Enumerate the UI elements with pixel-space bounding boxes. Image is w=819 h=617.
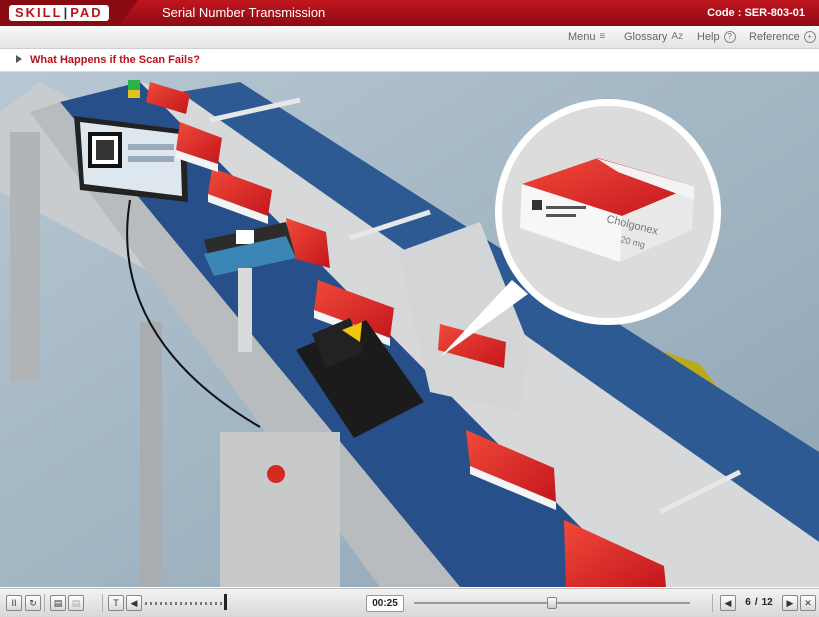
emergency-stop-button <box>267 465 285 483</box>
pause-button[interactable]: II <box>6 595 22 611</box>
reference-button[interactable]: Reference + <box>749 26 816 48</box>
glossary-button[interactable]: Glossary Az <box>624 26 683 48</box>
module-code: Code : SER-803-01 <box>707 0 805 26</box>
module-title: Serial Number Transmission <box>162 5 326 20</box>
conveyor-illustration: Cholgonex 20 mg <box>0 72 819 587</box>
logo-right-text: PAD <box>70 5 103 20</box>
transcript-doc-button[interactable]: ▤ <box>68 595 84 611</box>
help-label: Help <box>697 31 720 43</box>
stack-light-yellow <box>128 90 140 98</box>
menu-button[interactable]: Menu ≡ <box>568 26 605 48</box>
section-bar: What Happens if the Scan Fails? <box>0 49 819 72</box>
prev-page-button[interactable]: ◀ <box>720 595 736 611</box>
replay-button[interactable]: ↻ <box>25 595 41 611</box>
code-value: SER-803-01 <box>744 7 805 19</box>
top-menubar: Menu ≡ Glossary Az Help ? Reference + <box>0 26 819 49</box>
volume-icon[interactable]: ◀ <box>126 595 142 611</box>
help-button[interactable]: Help ? <box>697 26 736 48</box>
code-label: Code : <box>707 7 742 19</box>
notes-button[interactable]: ▤ <box>50 595 66 611</box>
question-icon: ? <box>723 31 736 43</box>
list-icon: ≡ <box>599 31 606 42</box>
support-leg <box>140 322 162 587</box>
logo-left-text: SKILL <box>15 5 63 20</box>
stack-light-green <box>128 80 140 90</box>
page-indicator: 6/12 <box>738 595 780 610</box>
page-total: 12 <box>761 597 773 608</box>
section-title: What Happens if the Scan Fails? <box>30 54 200 66</box>
elapsed-time: 00:25 <box>366 595 404 612</box>
menu-label: Menu <box>568 31 596 43</box>
player-controls: II ↻ ▤ ▤ T ◀ 00:25 ◀ 6/12 ▶ ✕ <box>0 588 819 617</box>
close-button[interactable]: ✕ <box>800 595 816 611</box>
expand-arrow-icon[interactable] <box>16 55 22 63</box>
scanner-monitor <box>74 116 188 202</box>
page-separator: / <box>754 597 758 608</box>
next-page-button[interactable]: ▶ <box>782 595 798 611</box>
app-header: SKILL | PAD Serial Number Transmission C… <box>0 0 819 26</box>
volume-level[interactable] <box>145 602 223 605</box>
glossary-label: Glossary <box>624 31 668 43</box>
plus-icon: + <box>803 31 816 43</box>
support-post <box>10 132 40 382</box>
scanner-mount <box>238 268 252 352</box>
skillpad-logo: SKILL | PAD <box>9 5 109 21</box>
text-button[interactable]: T <box>108 595 124 611</box>
progress-knob[interactable] <box>547 597 557 609</box>
volume-handle[interactable] <box>224 594 227 610</box>
control-cabinet <box>220 432 340 587</box>
az-icon: Az <box>671 31 684 42</box>
conveyor-scene: Cholgonex 20 mg <box>0 72 819 587</box>
page-current: 6 <box>745 597 751 608</box>
reference-label: Reference <box>749 31 800 43</box>
